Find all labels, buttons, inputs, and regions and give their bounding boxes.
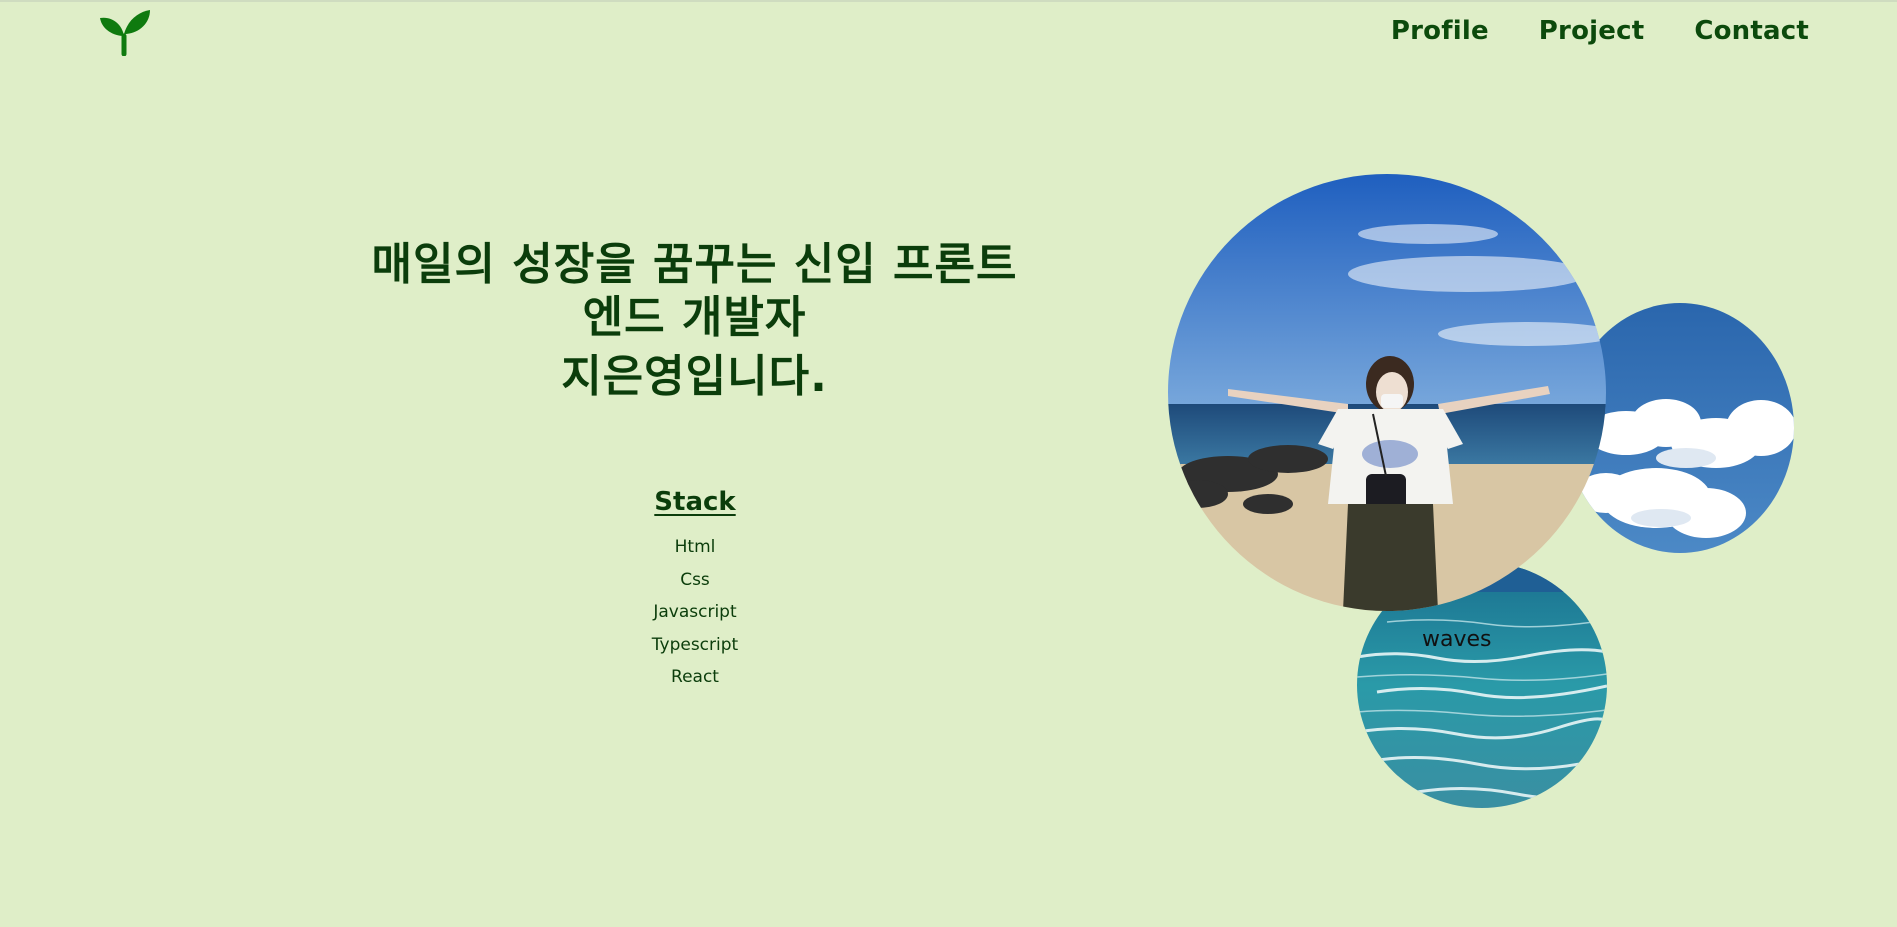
top-border xyxy=(0,0,1897,2)
stack-item-html: Html xyxy=(674,537,716,557)
stack-item-javascript: Javascript xyxy=(653,602,737,622)
hero-line-1: 매일의 성장을 꿈꾸는 신입 프론트엔드 개발자 xyxy=(371,239,1018,343)
hero-line-2: 지은영입니다. xyxy=(561,351,828,402)
main-nav: Profile Project Contact xyxy=(1341,16,1809,46)
nav-contact[interactable]: Contact xyxy=(1694,16,1809,46)
stack-section: Stack Html Css Javascript Typescript Rea… xyxy=(595,487,795,694)
stack-item-css: Css xyxy=(680,569,710,590)
waves-caption: waves xyxy=(1422,627,1492,652)
stack-item-react: React xyxy=(671,667,719,687)
nav-project[interactable]: Project xyxy=(1539,16,1645,46)
stack-item-typescript: Typescript xyxy=(651,634,739,655)
sprout-icon[interactable] xyxy=(98,8,152,57)
stack-title: Stack xyxy=(654,487,736,517)
hero-heading: 매일의 성장을 꿈꾸는 신입 프론트엔드 개발자 지은영입니다. xyxy=(352,238,1037,403)
nav-profile[interactable]: Profile xyxy=(1391,16,1489,46)
profile-photo xyxy=(1168,174,1606,611)
